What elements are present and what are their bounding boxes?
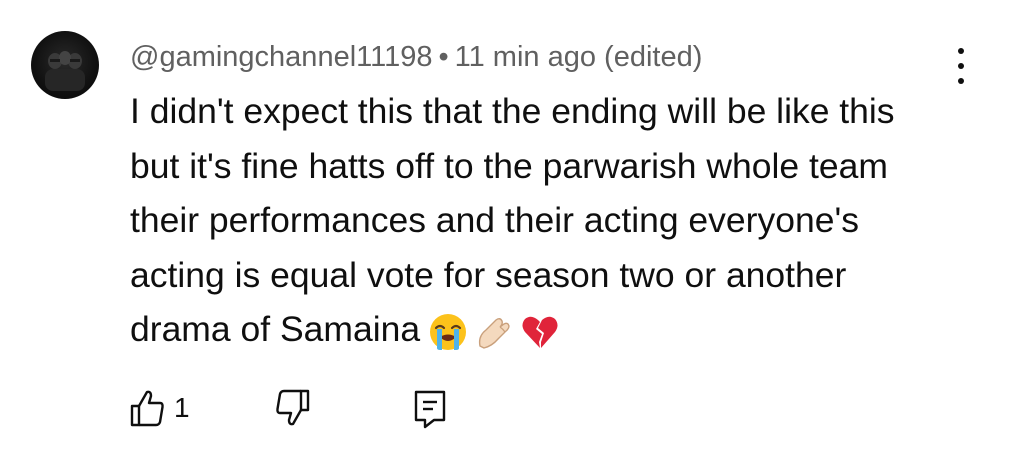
- comment-text-line: drama of Samaina: [130, 309, 421, 349]
- pinching-hand-icon: [479, 317, 510, 349]
- dislike-button[interactable]: [274, 388, 312, 428]
- emoji-group: [428, 312, 560, 352]
- more-vertical-icon-dot: [958, 63, 964, 69]
- loudly-crying-face-icon: [430, 313, 467, 350]
- comment-text-line: acting is equal vote for season two or a…: [130, 254, 847, 295]
- comment-text: I didn't expect this that the ending wil…: [130, 84, 960, 357]
- avatar[interactable]: [31, 31, 99, 99]
- comment-text-last-line: drama of Samaina: [130, 302, 960, 357]
- thumbs-down-icon: [276, 389, 310, 426]
- comment-text-line: their performances and their acting ever…: [130, 200, 859, 240]
- like-count: 1: [174, 392, 190, 423]
- reply-icon: [414, 390, 446, 429]
- comment-timestamp[interactable]: 11 min ago (edited): [455, 41, 703, 73]
- more-options-button[interactable]: [946, 44, 976, 88]
- author-name[interactable]: @gamingchannel11198: [130, 41, 432, 73]
- thumbs-up-icon: [130, 390, 164, 427]
- avatar-image: [45, 51, 85, 91]
- comment-text-line: I didn't expect this that the ending wil…: [130, 91, 895, 131]
- more-vertical-icon-dot: [958, 48, 964, 54]
- comment-text-line: but it's fine hatts off to the parwarish…: [130, 145, 888, 186]
- comment-thread-item: @gamingchannel11198 • 11 min ago (edited) …: [0, 0, 1024, 457]
- meta-separator: •: [438, 41, 449, 73]
- broken-heart-icon: [522, 316, 558, 348]
- like-button[interactable]: 1: [128, 388, 190, 428]
- comment-header: @gamingchannel11198 • 11 min ago (edited): [130, 38, 702, 76]
- reply-button[interactable]: [412, 388, 448, 430]
